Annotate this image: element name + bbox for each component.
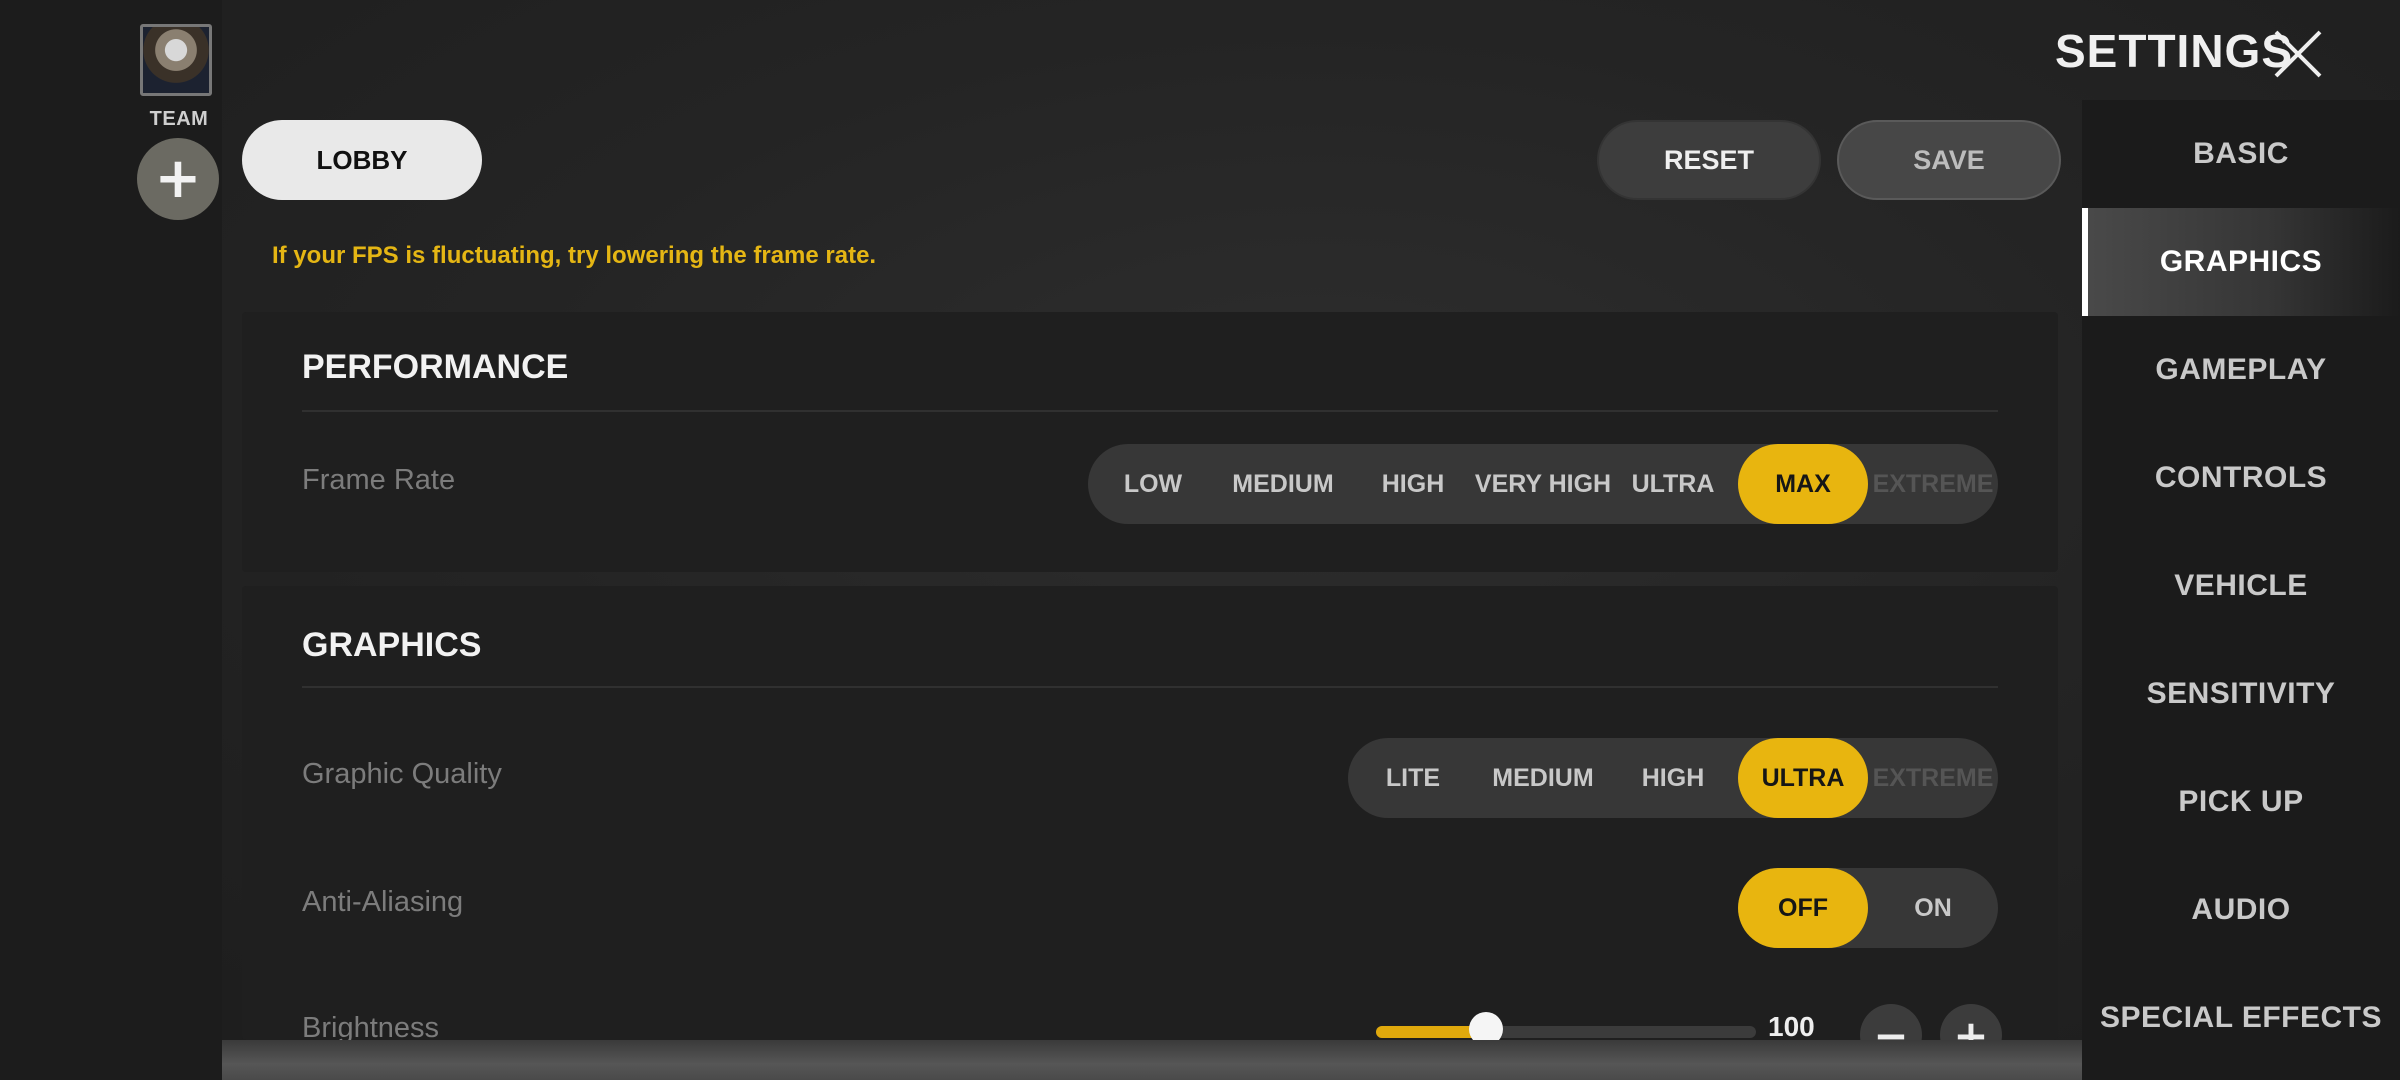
sidebar-item-graphics[interactable]: GRAPHICS — [2082, 208, 2400, 316]
frame-rate-selector: LOW MEDIUM HIGH VERY HIGH ULTRA MAX EXTREME — [1088, 444, 1998, 524]
performance-title: PERFORMANCE — [302, 348, 569, 386]
settings-sidebar: BASIC GRAPHICS GAMEPLAY CONTROLS VEHICLE SENS… — [2082, 100, 2400, 1080]
option-lite[interactable]: LITE — [1348, 738, 1478, 818]
minus-icon: − — [1873, 1010, 1909, 1041]
sidebar-item-basic[interactable]: BASIC — [2082, 100, 2400, 208]
sidebar-item-audio[interactable]: AUDIO — [2082, 856, 2400, 964]
team-label: TEAM — [149, 108, 209, 130]
brightness-value: 100 — [1768, 1011, 1815, 1040]
option-off[interactable]: OFF — [1738, 868, 1868, 948]
anti-aliasing-label: Anti-Aliasing — [302, 886, 464, 918]
fps-hint-text: If your FPS is fluctuating, try lowering… — [272, 242, 877, 269]
option-on[interactable]: ON — [1868, 868, 1998, 948]
option-high[interactable]: HIGH — [1608, 738, 1738, 818]
option-ultra[interactable]: ULTRA — [1738, 738, 1868, 818]
close-button[interactable] — [2270, 26, 2326, 82]
option-high[interactable]: HIGH — [1348, 444, 1478, 524]
option-low[interactable]: LOW — [1088, 444, 1218, 524]
graphics-title: GRAPHICS — [302, 626, 482, 664]
divider — [302, 686, 1998, 688]
option-medium[interactable]: MEDIUM — [1478, 738, 1608, 818]
sidebar-item-controls[interactable]: CONTROLS — [2082, 424, 2400, 532]
save-button[interactable]: SAVE — [1837, 120, 2061, 200]
frame-rate-label: Frame Rate — [302, 464, 456, 496]
brightness-label: Brightness — [302, 1012, 440, 1040]
sidebar-item-special-effects[interactable]: SPECIAL EFFECTS — [2082, 964, 2400, 1072]
add-team-button[interactable]: + — [137, 138, 219, 220]
graphics-card: GRAPHICS Graphic Quality LITE MEDIUM HIGH U… — [242, 586, 2058, 1040]
player-avatar-icon[interactable] — [140, 24, 212, 96]
option-medium[interactable]: MEDIUM — [1218, 444, 1348, 524]
sidebar-item-pick-up[interactable]: PICK UP — [2082, 748, 2400, 856]
graphic-quality-label: Graphic Quality — [302, 758, 502, 790]
sidebar-item-gameplay[interactable]: GAMEPLAY — [2082, 316, 2400, 424]
lobby-button[interactable]: LOBBY — [242, 120, 482, 200]
option-very-high[interactable]: VERY HIGH — [1475, 444, 1611, 524]
option-extreme: EXTREME — [1872, 763, 1994, 792]
divider — [302, 410, 1998, 412]
brightness-increase-button[interactable]: + — [1940, 1004, 2002, 1040]
page-title: SETTINGS — [2055, 25, 2294, 77]
brightness-decrease-button[interactable]: − — [1860, 1004, 1922, 1040]
sidebar-item-sensitivity[interactable]: SENSITIVITY — [2082, 640, 2400, 748]
plus-icon: + — [1953, 1010, 1989, 1041]
brightness-slider[interactable] — [1376, 1012, 1756, 1040]
option-extreme: EXTREME — [1872, 469, 1994, 498]
left-rail: TEAM + — [0, 0, 222, 1080]
reset-button[interactable]: RESET — [1597, 120, 1821, 200]
floor-backdrop — [0, 1040, 2400, 1080]
brightness-slider-handle[interactable] — [1469, 1012, 1504, 1040]
performance-card: PERFORMANCE Frame Rate LOW MEDIUM HIGH VERY… — [242, 312, 2058, 572]
plus-icon: + — [154, 146, 202, 211]
anti-aliasing-toggle: OFF ON — [1738, 868, 1998, 948]
option-max[interactable]: MAX — [1738, 444, 1868, 524]
option-ultra[interactable]: ULTRA — [1608, 444, 1738, 524]
close-icon — [2274, 30, 2322, 78]
graphic-quality-selector: LITE MEDIUM HIGH ULTRA EXTREME — [1348, 738, 1998, 818]
sidebar-item-vehicle[interactable]: VEHICLE — [2082, 532, 2400, 640]
